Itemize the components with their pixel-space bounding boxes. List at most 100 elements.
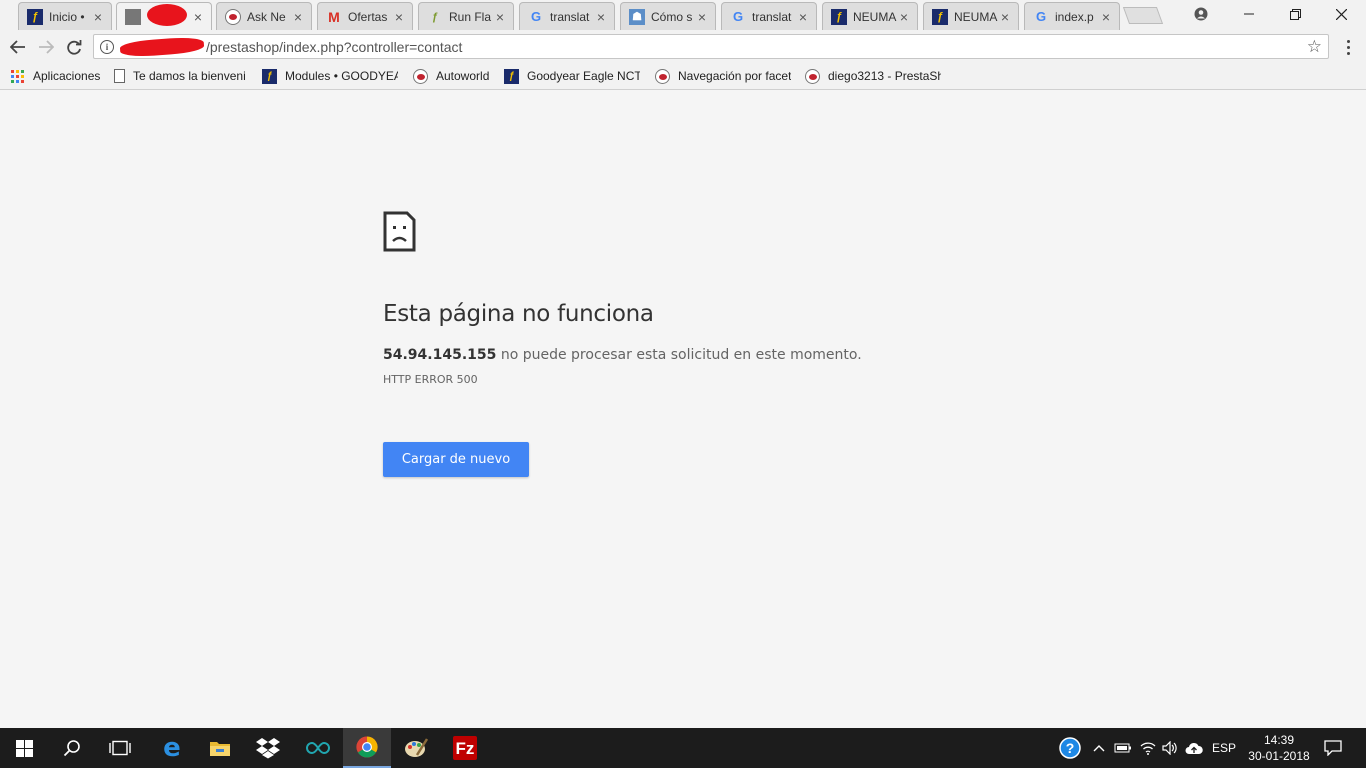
wifi-icon[interactable] xyxy=(1137,728,1159,768)
close-icon[interactable]: × xyxy=(191,9,205,25)
browser-toolbar: i /prestashop/index.php?controller=conta… xyxy=(0,32,1366,62)
browser-tab-active[interactable]: × xyxy=(116,2,212,30)
google-icon: G xyxy=(1035,9,1047,24)
address-bar[interactable]: i /prestashop/index.php?controller=conta… xyxy=(93,34,1329,59)
close-icon[interactable]: × xyxy=(91,9,105,25)
browser-tab[interactable]: ƒ Inicio • × xyxy=(18,2,112,30)
edge-icon[interactable]: e xyxy=(148,728,196,768)
url-text[interactable]: /prestashop/index.php?controller=contact xyxy=(206,39,462,55)
chevron-up-icon[interactable] xyxy=(1090,728,1108,768)
forward-button[interactable] xyxy=(34,36,58,58)
close-icon[interactable]: × xyxy=(291,9,305,25)
svg-text:Fz: Fz xyxy=(456,739,475,758)
search-icon[interactable] xyxy=(48,728,96,768)
browser-tab[interactable]: Ask Ne × xyxy=(216,2,312,30)
error-headline: Esta página no funciona xyxy=(383,301,654,327)
browser-tab[interactable]: G translat × xyxy=(721,2,817,30)
reload-button[interactable] xyxy=(62,36,86,58)
browser-tab[interactable]: ƒ Run Fla × xyxy=(418,2,514,30)
goodyear-icon: ƒ xyxy=(262,68,277,84)
dropbox-icon[interactable] xyxy=(244,728,292,768)
filezilla-icon[interactable]: Fz xyxy=(441,728,489,768)
cloud-upload-icon[interactable] xyxy=(1183,728,1205,768)
language-indicator[interactable]: ESP xyxy=(1209,728,1239,768)
goodyear-icon xyxy=(125,8,141,25)
site-info-icon[interactable]: i xyxy=(100,39,114,54)
runflat-icon: ƒ xyxy=(431,10,439,23)
reload-icon xyxy=(66,39,81,55)
close-icon[interactable]: × xyxy=(998,9,1012,25)
battery-icon[interactable] xyxy=(1112,728,1134,768)
tab-title: translat xyxy=(752,9,792,24)
tab-title: translat xyxy=(550,9,590,24)
chrome-icon[interactable] xyxy=(343,728,391,768)
browser-tab[interactable]: ☗ Cómo s × xyxy=(620,2,716,30)
tab-title: Cómo s xyxy=(651,9,693,24)
back-button[interactable] xyxy=(6,36,30,58)
prestashop-icon xyxy=(225,8,241,25)
notifications-icon[interactable] xyxy=(1320,728,1346,768)
task-view-icon[interactable] xyxy=(96,728,144,768)
close-icon[interactable]: × xyxy=(493,9,507,25)
windows-start-icon[interactable] xyxy=(0,728,48,768)
tab-title: Ofertas xyxy=(348,9,388,24)
bookmarks-bar: Aplicaciones Te damos la bienveni ƒ Modu… xyxy=(0,62,1366,90)
windows-taskbar: e Fz ? ESP 14:39 30-01-2018 xyxy=(0,728,1366,768)
menu-button[interactable] xyxy=(1340,36,1356,58)
stackexchange-icon: ☗ xyxy=(629,8,645,25)
help-icon[interactable]: ? xyxy=(1058,728,1082,768)
bookmark-label: Goodyear Eagle NCT5 xyxy=(527,69,640,83)
close-icon[interactable]: × xyxy=(897,9,911,25)
browser-tab[interactable]: G translat × xyxy=(519,2,615,30)
close-icon[interactable]: × xyxy=(796,9,810,25)
new-tab-button[interactable] xyxy=(1122,7,1164,24)
bookmark-item[interactable]: Aplicaciones xyxy=(10,68,104,84)
error-host: 54.94.145.155 xyxy=(383,347,497,363)
tab-title: index.p xyxy=(1055,9,1094,24)
clock-date: 30-01-2018 xyxy=(1248,749,1310,763)
arduino-icon[interactable] xyxy=(294,728,342,768)
paint-icon[interactable] xyxy=(392,728,440,768)
page-icon xyxy=(114,69,125,83)
error-description: 54.94.145.155 no puede procesar esta sol… xyxy=(383,347,862,363)
minimize-button[interactable] xyxy=(1226,0,1272,28)
prestashop-icon xyxy=(413,68,428,84)
close-icon[interactable]: × xyxy=(392,9,406,25)
restore-button[interactable] xyxy=(1272,0,1318,28)
prestashop-icon xyxy=(655,68,670,84)
clock-time: 14:39 xyxy=(1263,733,1295,747)
tab-strip: ƒ Inicio • × × Ask Ne × M Ofertas × ƒ Ru… xyxy=(0,0,1366,32)
redacted-mark xyxy=(147,4,187,26)
reload-page-button[interactable]: Cargar de nuevo xyxy=(383,442,529,477)
goodyear-icon: ƒ xyxy=(27,8,43,25)
close-icon[interactable]: × xyxy=(695,9,709,25)
bookmark-item[interactable]: Navegación por facet xyxy=(655,68,791,84)
bookmark-item[interactable]: ƒ Modules • GOODYEA xyxy=(262,68,398,84)
goodyear-icon: ƒ xyxy=(932,8,948,25)
browser-tab[interactable]: M Ofertas × xyxy=(317,2,413,30)
bookmark-item[interactable]: Autoworld xyxy=(413,68,493,84)
goodyear-icon: ƒ xyxy=(504,68,519,84)
clock[interactable]: 14:39 30-01-2018 xyxy=(1248,732,1310,764)
bookmark-star-icon[interactable]: ☆ xyxy=(1307,37,1322,57)
bookmark-label: Te damos la bienveni xyxy=(133,69,246,83)
close-icon[interactable]: × xyxy=(1099,9,1113,25)
file-explorer-icon[interactable] xyxy=(196,728,244,768)
browser-tab[interactable]: ƒ NEUMA × xyxy=(822,2,918,30)
browser-tab[interactable]: ƒ NEUMA × xyxy=(923,2,1019,30)
bookmark-item[interactable]: diego3213 - PrestaSh xyxy=(805,68,941,84)
close-icon[interactable]: × xyxy=(594,9,608,25)
back-arrow-icon xyxy=(10,40,25,54)
tab-title: Ask Ne xyxy=(247,9,286,24)
svg-text:?: ? xyxy=(1066,740,1075,756)
tab-title: NEUMA xyxy=(853,9,897,24)
prestashop-icon xyxy=(805,68,820,84)
volume-icon[interactable] xyxy=(1160,728,1180,768)
error-message: no puede procesar esta solicitud en este… xyxy=(496,347,862,363)
close-window-button[interactable] xyxy=(1318,0,1364,28)
profile-icon[interactable] xyxy=(1178,0,1224,28)
bookmark-item[interactable]: ƒ Goodyear Eagle NCT5 xyxy=(504,68,640,84)
bookmark-item[interactable]: Te damos la bienveni xyxy=(114,68,248,84)
tab-title: Inicio • xyxy=(49,9,85,24)
browser-tab[interactable]: G index.p × xyxy=(1024,2,1120,30)
